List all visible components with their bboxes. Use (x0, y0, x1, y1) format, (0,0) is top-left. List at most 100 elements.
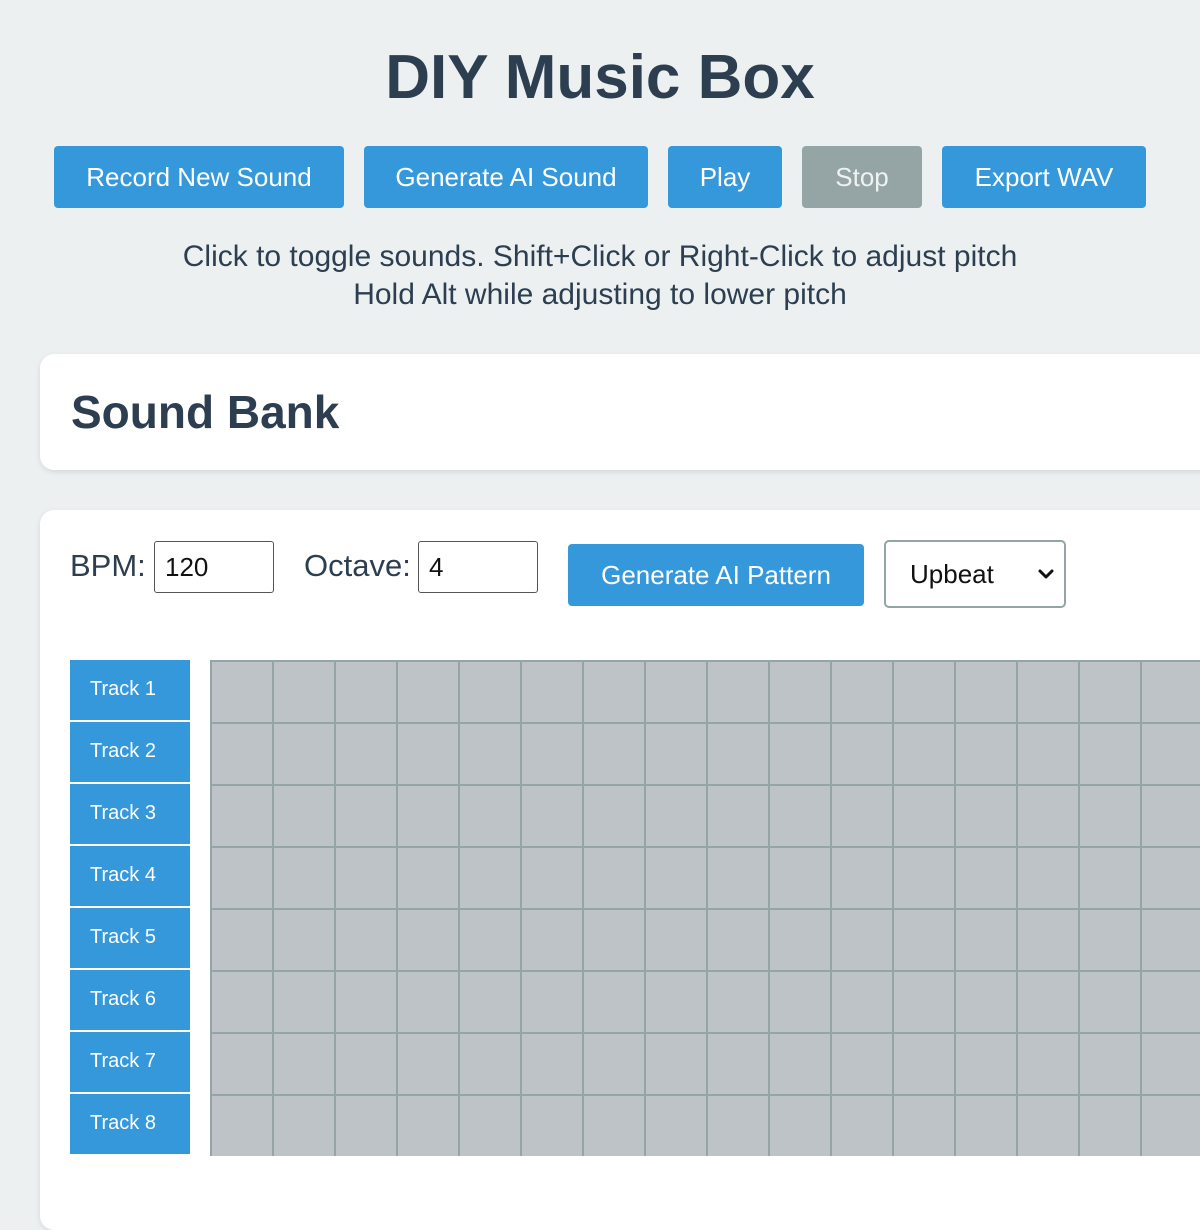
step-cell[interactable] (212, 972, 272, 1032)
step-cell[interactable] (1080, 662, 1140, 722)
step-cell[interactable] (956, 1096, 1016, 1156)
step-cell[interactable] (770, 786, 830, 846)
step-cell[interactable] (832, 972, 892, 1032)
step-cell[interactable] (708, 1034, 768, 1094)
step-cell[interactable] (584, 786, 644, 846)
step-cell[interactable] (460, 1034, 520, 1094)
step-cell[interactable] (894, 786, 954, 846)
step-cell[interactable] (956, 848, 1016, 908)
step-cell[interactable] (460, 848, 520, 908)
track-label[interactable]: Track 1 (70, 660, 190, 720)
step-cell[interactable] (522, 910, 582, 970)
step-cell[interactable] (522, 724, 582, 784)
step-cell[interactable] (522, 848, 582, 908)
step-cell[interactable] (956, 786, 1016, 846)
step-cell[interactable] (1080, 910, 1140, 970)
step-cell[interactable] (770, 662, 830, 722)
step-cell[interactable] (212, 1034, 272, 1094)
step-cell[interactable] (398, 848, 458, 908)
step-cell[interactable] (894, 1034, 954, 1094)
step-cell[interactable] (708, 910, 768, 970)
step-cell[interactable] (770, 1096, 830, 1156)
step-cell[interactable] (336, 972, 396, 1032)
step-cell[interactable] (522, 786, 582, 846)
step-cell[interactable] (398, 1034, 458, 1094)
stop-button[interactable]: Stop (802, 146, 922, 208)
step-cell[interactable] (398, 662, 458, 722)
step-cell[interactable] (646, 848, 706, 908)
step-cell[interactable] (894, 662, 954, 722)
step-cell[interactable] (1142, 910, 1200, 970)
step-cell[interactable] (1080, 786, 1140, 846)
step-cell[interactable] (646, 786, 706, 846)
step-cell[interactable] (584, 972, 644, 1032)
step-cell[interactable] (460, 786, 520, 846)
step-cell[interactable] (708, 972, 768, 1032)
step-cell[interactable] (832, 848, 892, 908)
step-cell[interactable] (336, 910, 396, 970)
step-cell[interactable] (212, 786, 272, 846)
step-cell[interactable] (522, 972, 582, 1032)
step-cell[interactable] (1018, 786, 1078, 846)
step-cell[interactable] (708, 662, 768, 722)
step-cell[interactable] (274, 1034, 334, 1094)
step-cell[interactable] (1080, 1096, 1140, 1156)
step-cell[interactable] (274, 910, 334, 970)
step-cell[interactable] (770, 1034, 830, 1094)
step-cell[interactable] (832, 662, 892, 722)
step-cell[interactable] (646, 1096, 706, 1156)
step-cell[interactable] (956, 910, 1016, 970)
step-cell[interactable] (398, 1096, 458, 1156)
track-label[interactable]: Track 8 (70, 1094, 190, 1154)
step-cell[interactable] (212, 848, 272, 908)
step-cell[interactable] (1018, 848, 1078, 908)
generate-ai-sound-button[interactable]: Generate AI Sound (364, 146, 648, 208)
step-cell[interactable] (894, 1096, 954, 1156)
pattern-style-select[interactable]: Upbeat (884, 540, 1066, 608)
step-cell[interactable] (1018, 972, 1078, 1032)
step-cell[interactable] (770, 724, 830, 784)
step-cell[interactable] (894, 724, 954, 784)
step-cell[interactable] (832, 724, 892, 784)
generate-ai-pattern-button[interactable]: Generate AI Pattern (568, 544, 864, 606)
step-cell[interactable] (336, 1096, 396, 1156)
step-cell[interactable] (274, 724, 334, 784)
step-cell[interactable] (1080, 972, 1140, 1032)
step-cell[interactable] (646, 910, 706, 970)
step-cell[interactable] (460, 972, 520, 1032)
step-cell[interactable] (708, 786, 768, 846)
step-cell[interactable] (584, 662, 644, 722)
step-cell[interactable] (956, 662, 1016, 722)
step-cell[interactable] (646, 724, 706, 784)
step-cell[interactable] (1080, 1034, 1140, 1094)
step-cell[interactable] (336, 724, 396, 784)
step-cell[interactable] (1080, 724, 1140, 784)
step-cell[interactable] (398, 910, 458, 970)
step-cell[interactable] (212, 1096, 272, 1156)
step-cell[interactable] (336, 848, 396, 908)
step-cell[interactable] (1080, 848, 1140, 908)
step-cell[interactable] (336, 1034, 396, 1094)
step-cell[interactable] (770, 848, 830, 908)
step-cell[interactable] (584, 1096, 644, 1156)
track-label[interactable]: Track 7 (70, 1032, 190, 1092)
step-cell[interactable] (274, 848, 334, 908)
step-cell[interactable] (584, 724, 644, 784)
step-cell[interactable] (460, 1096, 520, 1156)
step-cell[interactable] (522, 1096, 582, 1156)
step-cell[interactable] (398, 972, 458, 1032)
step-cell[interactable] (1142, 848, 1200, 908)
track-label[interactable]: Track 5 (70, 908, 190, 968)
step-cell[interactable] (274, 662, 334, 722)
step-cell[interactable] (956, 972, 1016, 1032)
step-cell[interactable] (1142, 972, 1200, 1032)
step-cell[interactable] (398, 724, 458, 784)
export-wav-button[interactable]: Export WAV (942, 146, 1146, 208)
step-cell[interactable] (1018, 662, 1078, 722)
step-cell[interactable] (894, 972, 954, 1032)
step-cell[interactable] (770, 910, 830, 970)
step-cell[interactable] (212, 662, 272, 722)
step-cell[interactable] (708, 724, 768, 784)
step-cell[interactable] (646, 662, 706, 722)
step-cell[interactable] (522, 1034, 582, 1094)
